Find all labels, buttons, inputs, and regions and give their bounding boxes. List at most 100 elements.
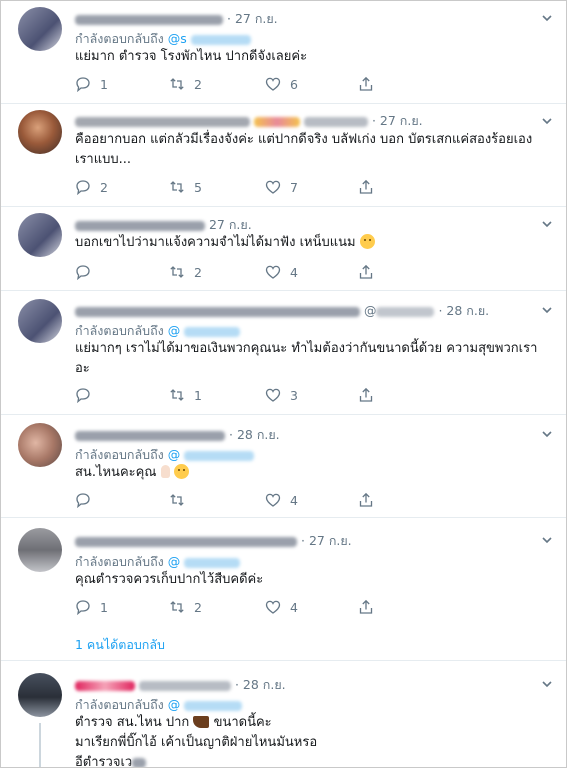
share-button[interactable] xyxy=(358,178,383,196)
tweet-card[interactable]: · 27 ก.ย. กำลังตอบกลับถึง @ คุณตำรวจควรเ… xyxy=(1,518,566,661)
share-button[interactable] xyxy=(358,491,383,509)
share-button[interactable] xyxy=(358,598,383,616)
tweet-card[interactable]: · 28 ก.ย. กำลังตอบกลับถึง @ ตำรวจ สน.ไหน… xyxy=(1,661,566,767)
reply-button[interactable]: 1 xyxy=(75,598,108,616)
tweet-header: · 27 ก.ย. xyxy=(75,9,278,29)
chevron-down-icon[interactable] xyxy=(540,114,554,128)
like-button[interactable]: 4 xyxy=(265,598,298,616)
share-button[interactable] xyxy=(358,386,383,404)
share-button[interactable] xyxy=(358,75,383,93)
avatar[interactable] xyxy=(18,528,62,572)
reply-button[interactable] xyxy=(75,491,100,509)
share-icon xyxy=(359,599,373,614)
replying-handle[interactable]: @ xyxy=(168,447,181,462)
tweet-actions: 1 3 xyxy=(75,386,375,404)
share-icon xyxy=(359,179,373,194)
username-redacted[interactable] xyxy=(75,306,360,317)
username-redacted[interactable] xyxy=(75,536,297,547)
tweet-line: ตำรวจ สน.ไหน ปาก ขนาดนี้คะ xyxy=(75,715,272,730)
tweet-card[interactable]: 27 ก.ย. บอกเขาไปว่ามาแจ้งความจำไม่ได้มาฟ… xyxy=(1,207,566,291)
reply-icon xyxy=(76,77,90,92)
tweet-card[interactable]: · 27 ก.ย. คืออยากบอก แต่กลัวมีเรื่องจังค… xyxy=(1,104,566,207)
retweet-button[interactable] xyxy=(169,491,194,509)
retweet-button[interactable]: 5 xyxy=(169,178,202,196)
retweet-button[interactable]: 1 xyxy=(169,386,202,404)
avatar[interactable] xyxy=(18,299,62,343)
chevron-down-icon[interactable] xyxy=(540,303,554,317)
tweet-text: บอกเขาไปว่ามาแจ้งความจำไม่ได้มาฟัง เหน็บ… xyxy=(75,233,548,253)
reply-button[interactable]: 1 xyxy=(75,75,108,93)
retweet-count: 2 xyxy=(194,264,202,280)
reply-button[interactable]: 2 xyxy=(75,178,108,196)
display-emoji-redacted xyxy=(75,680,135,691)
retweet-icon xyxy=(170,389,184,401)
avatar[interactable] xyxy=(18,7,62,51)
replying-label: กำลังตอบกลับถึง xyxy=(75,323,164,338)
avatar[interactable] xyxy=(18,110,62,154)
chevron-down-icon[interactable] xyxy=(540,677,554,691)
reply-button[interactable] xyxy=(75,263,100,281)
tweet-text: คืออยากบอก แต่กลัวมีเรื่องจังค่ะ แต่ปากด… xyxy=(75,130,548,170)
avatar[interactable] xyxy=(18,673,62,717)
chevron-down-icon[interactable] xyxy=(540,217,554,231)
tweet-date[interactable]: 27 ก.ย. xyxy=(209,217,252,232)
like-button[interactable]: 6 xyxy=(265,75,298,93)
tweet-card[interactable]: · 28 ก.ย. กำลังตอบกลับถึง @ สน.ไหนคะคุณ … xyxy=(1,415,566,518)
reply-thread: · 27 ก.ย. กำลังตอบกลับถึง @s แย่มาก ตำรว… xyxy=(0,0,567,768)
like-icon xyxy=(265,180,281,194)
like-button[interactable]: 4 xyxy=(265,491,298,509)
like-count: 3 xyxy=(290,387,298,403)
retweet-button[interactable]: 2 xyxy=(169,263,202,281)
like-button[interactable]: 4 xyxy=(265,263,298,281)
retweet-button[interactable]: 2 xyxy=(169,75,202,93)
like-count: 4 xyxy=(290,492,298,508)
retweet-count: 5 xyxy=(194,179,202,195)
retweet-button[interactable]: 2 xyxy=(169,598,202,616)
show-replies-link[interactable]: 1 คนได้ตอบกลับ xyxy=(75,635,165,655)
username-redacted[interactable] xyxy=(75,430,225,441)
tweet-line: เราแบบ... xyxy=(75,152,132,167)
chevron-down-icon[interactable] xyxy=(540,533,554,547)
tweet-actions: 1 2 6 xyxy=(75,75,375,93)
tweet-date[interactable]: 28 ก.ย. xyxy=(237,427,280,442)
replying-handle[interactable]: @ xyxy=(168,697,181,712)
tweet-line: สน.ไหนคะคุณ xyxy=(75,463,548,483)
like-count: 4 xyxy=(290,264,298,280)
tweet-card[interactable]: · 27 ก.ย. กำลังตอบกลับถึง @s แย่มาก ตำรว… xyxy=(1,1,566,104)
username-redacted[interactable] xyxy=(75,14,223,25)
replying-handle[interactable]: @ xyxy=(168,323,181,338)
username-redacted[interactable] xyxy=(75,220,205,231)
tweet-text: สน.ไหนคะคุณ xyxy=(75,463,548,483)
username-redacted[interactable] xyxy=(75,116,250,127)
replying-handle[interactable]: @s xyxy=(168,31,187,46)
tweet-text: ตำรวจ สน.ไหน ปาก ขนาดนี้คะ มาเรียกพี่บิ๊… xyxy=(75,713,548,767)
tweet-header: · 28 ก.ย. xyxy=(75,675,286,695)
tweet-date[interactable]: 27 ก.ย. xyxy=(235,11,278,26)
avatar[interactable] xyxy=(18,423,62,467)
tweet-text: แย่มาก ตำรวจ โรงพักไหน ปากดีจังเลยค่ะ xyxy=(75,47,548,67)
like-count: 7 xyxy=(290,179,298,195)
like-button[interactable]: 7 xyxy=(265,178,298,196)
chevron-down-icon[interactable] xyxy=(540,427,554,441)
tweet-text: คุณตำรวจควรเก็บปากไว้สืบคดีค่ะ xyxy=(75,570,548,590)
reply-count: 1 xyxy=(100,599,108,615)
tweet-actions: 1 2 4 xyxy=(75,598,375,616)
reply-count: 2 xyxy=(100,179,108,195)
tweet-date[interactable]: 28 ก.ย. xyxy=(243,677,286,692)
replying-to: กำลังตอบกลับถึง @s xyxy=(75,29,251,49)
username-redacted[interactable] xyxy=(138,680,231,691)
reply-button[interactable] xyxy=(75,386,100,404)
like-icon xyxy=(265,77,281,91)
share-button[interactable] xyxy=(358,263,383,281)
tweet-date[interactable]: 27 ก.ย. xyxy=(309,533,352,548)
chevron-down-icon[interactable] xyxy=(540,11,554,25)
tweet-header: @ · 28 ก.ย. xyxy=(75,301,489,321)
tweet-date[interactable]: 27 ก.ย. xyxy=(380,113,423,128)
replying-handle[interactable]: @ xyxy=(168,554,181,569)
like-button[interactable]: 3 xyxy=(265,386,298,404)
tweet-date[interactable]: 28 ก.ย. xyxy=(446,303,489,318)
tweet-card[interactable]: @ · 28 ก.ย. กำลังตอบกลับถึง @ แย่มากๆ เร… xyxy=(1,291,566,415)
tweet-header: · 27 ก.ย. xyxy=(75,111,423,131)
pointing-hand-emoji xyxy=(160,465,170,478)
avatar[interactable] xyxy=(18,213,62,257)
